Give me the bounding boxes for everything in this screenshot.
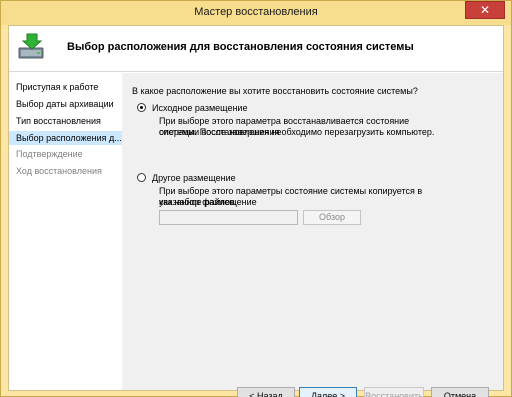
location-question: В какое расположение вы хотите восстанов… xyxy=(132,86,418,96)
wizard-header: Выбор расположения для восстановления со… xyxy=(9,26,503,72)
restore-button[interactable]: Восстановить xyxy=(364,387,424,397)
cancel-button[interactable]: Отмена xyxy=(431,387,489,397)
close-button[interactable]: ✕ xyxy=(465,1,505,19)
title-bar[interactable]: Мастер восстановления ✕ xyxy=(1,1,511,25)
other-location-label[interactable]: Другое размещение xyxy=(152,173,236,183)
sidebar-item-recovery-type[interactable]: Тип восстановления xyxy=(9,114,122,128)
sidebar-item-location[interactable]: Выбор расположения д... xyxy=(9,131,122,145)
sidebar-item-backup-date[interactable]: Выбор даты архивации xyxy=(9,97,122,111)
other-location-radio[interactable] xyxy=(137,173,146,182)
browse-button[interactable]: Обзор xyxy=(303,210,361,225)
original-location-label[interactable]: Исходное размещение xyxy=(152,103,247,113)
next-button[interactable]: Далее > xyxy=(299,387,357,397)
page-title: Выбор расположения для восстановления со… xyxy=(67,41,414,53)
wizard-client-area: Выбор расположения для восстановления со… xyxy=(8,25,504,397)
wizard-steps-sidebar: Приступая к работе Выбор даты архивации … xyxy=(9,73,122,390)
restore-wizard-window: Мастер восстановления ✕ Выбор расположен… xyxy=(0,0,512,397)
sidebar-item-getting-started[interactable]: Приступая к работе xyxy=(9,80,122,94)
other-location-path-input[interactable] xyxy=(159,210,298,225)
back-button[interactable]: < Назад xyxy=(237,387,295,397)
sidebar-item-confirmation: Подтверждение xyxy=(16,149,83,159)
other-location-description-line2: как набор файлов. xyxy=(159,197,238,207)
window-title: Мастер восстановления xyxy=(194,6,318,18)
sidebar-item-progress: Ход восстановления xyxy=(16,166,102,176)
radio-selected-dot xyxy=(140,106,143,109)
original-location-description-line2: операции восстановления необходимо перез… xyxy=(159,127,435,137)
original-location-radio[interactable] xyxy=(137,103,146,112)
wizard-content: В какое расположение вы хотите восстанов… xyxy=(122,73,503,397)
backup-restore-icon xyxy=(18,33,44,59)
